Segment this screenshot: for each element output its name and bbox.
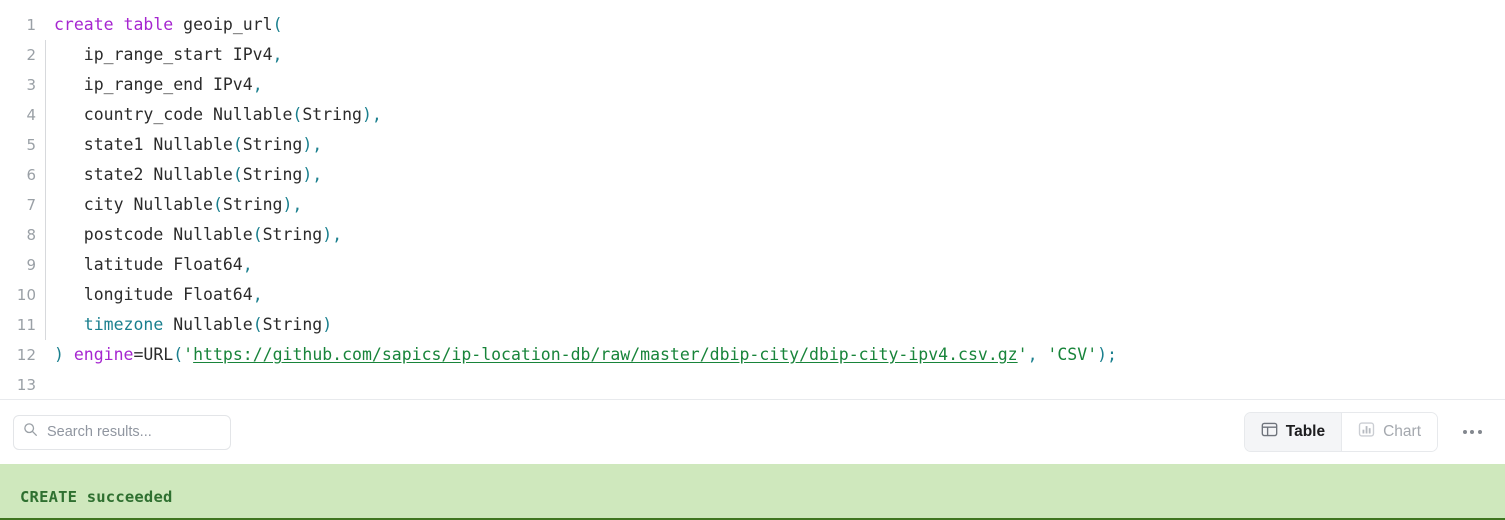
indent-guide (36, 370, 54, 399)
search-results-box[interactable]: Search results... (13, 414, 231, 450)
indent-guide (36, 190, 54, 220)
line-number: 6 (26, 166, 36, 184)
code-line-content: timezone Nullable(String) (54, 315, 333, 334)
code-line[interactable]: 11 timezone Nullable(String) (0, 310, 1505, 340)
sql-code-editor[interactable]: 1 create table geoip_url( 2 ip_range_sta… (0, 0, 1505, 399)
indent-guide (36, 130, 54, 160)
line-number: 10 (16, 286, 36, 304)
code-line-content: state1 Nullable(String), (54, 135, 323, 154)
code-line[interactable]: 1 create table geoip_url( (0, 10, 1505, 40)
line-number: 4 (26, 106, 36, 124)
code-line-content: state2 Nullable(String), (54, 165, 323, 184)
code-line[interactable]: 8 postcode Nullable(String), (0, 220, 1505, 250)
indent-guide (36, 10, 54, 40)
indent-guide (36, 160, 54, 190)
code-line-content: latitude Float64, (54, 255, 253, 274)
ellipsis-horizontal-icon (1462, 430, 1482, 434)
url-string-link[interactable]: https://github.com/sapics/ip-location-db… (193, 345, 1018, 364)
indent-guide (36, 310, 54, 340)
line-number: 8 (26, 226, 36, 244)
tab-chart[interactable]: Chart (1342, 413, 1437, 451)
line-number: 7 (26, 196, 36, 214)
indent-guide (36, 100, 54, 130)
code-line-content: city Nullable(String), (54, 195, 303, 214)
line-number: 1 (26, 16, 36, 34)
code-line-content: longitude Float64, (54, 285, 263, 304)
indent-guide (36, 40, 54, 70)
tab-chart-label: Chart (1383, 423, 1421, 440)
query-editor-app: 1 create table geoip_url( 2 ip_range_sta… (0, 0, 1505, 520)
indent-guide (36, 250, 54, 280)
line-number: 9 (26, 256, 36, 274)
code-line[interactable]: 3 ip_range_end IPv4, (0, 70, 1505, 100)
code-line[interactable]: 6 state2 Nullable(String), (0, 160, 1505, 190)
code-line-content: create table geoip_url( (54, 15, 283, 34)
line-number: 13 (16, 376, 36, 394)
indent-guide (36, 220, 54, 250)
table-layout-icon (1261, 421, 1278, 443)
code-line[interactable]: 5 state1 Nullable(String), (0, 130, 1505, 160)
code-line-content: ip_range_end IPv4, (54, 75, 263, 94)
code-line[interactable]: 7 city Nullable(String), (0, 190, 1505, 220)
view-mode-toggle: Table Chart (1243, 412, 1438, 452)
indent-guide (36, 280, 54, 310)
more-options-button[interactable] (1452, 412, 1492, 452)
line-number: 5 (26, 136, 36, 154)
tab-table[interactable]: Table (1244, 413, 1342, 451)
tab-table-label: Table (1285, 423, 1326, 440)
results-toolbar: Search results... Table Chart (0, 399, 1505, 464)
code-line[interactable]: 13 (0, 370, 1505, 399)
line-number: 2 (26, 46, 36, 64)
search-icon (23, 422, 38, 442)
indent-guide (36, 70, 54, 100)
code-line-content: ip_range_start IPv4, (54, 45, 283, 64)
line-number: 11 (16, 316, 36, 334)
status-message: CREATE succeeded (20, 488, 173, 506)
line-number: 3 (26, 76, 36, 94)
query-status-panel: CREATE succeeded (0, 464, 1505, 520)
code-line[interactable]: 4 country_code Nullable(String), (0, 100, 1505, 130)
search-input-placeholder[interactable]: Search results... (47, 424, 152, 440)
code-line[interactable]: 9 latitude Float64, (0, 250, 1505, 280)
code-line[interactable]: 12 ) engine=URL('https://github.com/sapi… (0, 340, 1505, 370)
code-line-content: ) engine=URL('https://github.com/sapics/… (54, 345, 1117, 364)
code-line-content: country_code Nullable(String), (54, 105, 382, 124)
bar-chart-icon (1358, 421, 1375, 443)
code-line[interactable]: 2 ip_range_start IPv4, (0, 40, 1505, 70)
code-line-content: postcode Nullable(String), (54, 225, 343, 244)
format-string: CSV (1057, 345, 1088, 364)
code-line[interactable]: 10 longitude Float64, (0, 280, 1505, 310)
line-number: 12 (16, 346, 36, 364)
indent-guide (36, 340, 54, 370)
